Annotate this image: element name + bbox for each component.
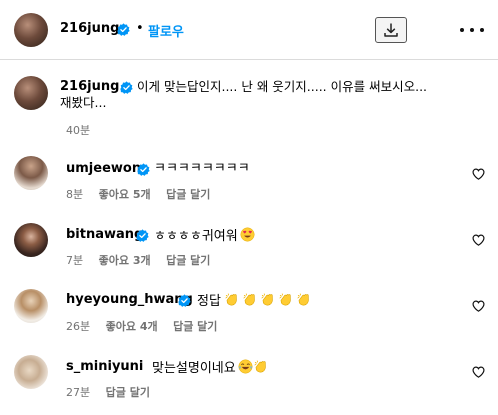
heart-outline-icon[interactable]	[472, 300, 485, 312]
clapping-hands-emoji-icon	[225, 293, 237, 306]
comment-text: ㅋㅋㅋㅋㅋㅋㅋㅋ	[154, 161, 250, 176]
clapping-hands-emoji-row	[221, 293, 311, 309]
avatar[interactable]	[14, 223, 48, 257]
avatar[interactable]	[14, 289, 48, 323]
clapping-hands-emoji-icon	[297, 293, 309, 306]
comment-username[interactable]: hyeyoung_hwang	[66, 292, 193, 307]
comment-meta: 8분 좋아요 5개 답글 달기	[66, 186, 222, 202]
clapping-hands-emoji-icon	[243, 293, 255, 306]
comment-time: 8분	[66, 188, 84, 201]
divider	[0, 59, 498, 60]
comment-likes[interactable]: 좋아요 4개	[106, 320, 158, 333]
download-button[interactable]	[375, 17, 407, 43]
comment-username[interactable]: bitnawang	[66, 227, 143, 242]
scrollbar[interactable]	[493, 62, 497, 413]
comment-meta: 26분 좋아요 4개 답글 달기	[66, 318, 229, 334]
verified-badge-icon	[178, 294, 191, 307]
comment-meta: 27분 답글 달기	[66, 384, 162, 400]
comment-username[interactable]: umjeewon	[66, 161, 141, 176]
verified-badge-icon	[120, 81, 133, 94]
clapping-hands-emoji-icon	[279, 293, 291, 306]
tears-of-joy-emoji-icon	[238, 359, 253, 374]
heart-eyes-emoji-icon	[240, 227, 255, 242]
comment-likes[interactable]: 좋아요 3개	[99, 254, 151, 267]
comment-likes[interactable]: 좋아요 5개	[99, 188, 151, 201]
avatar[interactable]	[14, 13, 48, 47]
comment-text: ㅎㅎㅎㅎ귀여워	[154, 227, 255, 245]
comment-text: 정답	[197, 292, 311, 310]
caption-text-line2: 재봤다...	[60, 95, 107, 110]
comment-time: 27분	[66, 386, 91, 399]
caption-text-line1: 이게 맞는답인지.... 난 왜 웃기지..... 이유를 써보시오...	[137, 79, 428, 94]
comment-meta: 7분 좋아요 3개 답글 달기	[66, 252, 222, 268]
comment-username[interactable]: s_miniyuni	[66, 359, 143, 374]
reply-button[interactable]: 답글 달기	[166, 188, 210, 201]
caption-username[interactable]: 216jung	[60, 79, 119, 94]
post-header: 216jung • 팔로우	[0, 0, 498, 60]
avatar[interactable]	[14, 156, 48, 190]
separator-dot: •	[136, 21, 144, 36]
clapping-hands-emoji-icon	[261, 293, 273, 306]
caption-time: 40분	[66, 124, 91, 137]
heart-outline-icon[interactable]	[472, 168, 485, 180]
reply-button[interactable]: 답글 달기	[166, 254, 210, 267]
avatar[interactable]	[14, 76, 48, 110]
heart-outline-icon[interactable]	[472, 234, 485, 246]
clapping-hands-emoji-icon	[254, 360, 266, 373]
reply-button[interactable]: 답글 달기	[106, 386, 150, 399]
verified-badge-icon	[136, 229, 149, 242]
follow-button[interactable]: 팔로우	[148, 21, 184, 40]
comment-text: 맞는설명이네요	[152, 359, 268, 377]
download-icon	[384, 23, 398, 37]
header-username[interactable]: 216jung	[60, 21, 119, 36]
avatar[interactable]	[14, 355, 48, 389]
verified-badge-icon	[137, 163, 150, 176]
reply-button[interactable]: 답글 달기	[173, 320, 217, 333]
verified-badge-icon	[117, 23, 130, 36]
heart-outline-icon[interactable]	[472, 366, 485, 378]
more-options-icon[interactable]	[460, 22, 484, 38]
comment-time: 7분	[66, 254, 84, 267]
comment-time: 26분	[66, 320, 91, 333]
